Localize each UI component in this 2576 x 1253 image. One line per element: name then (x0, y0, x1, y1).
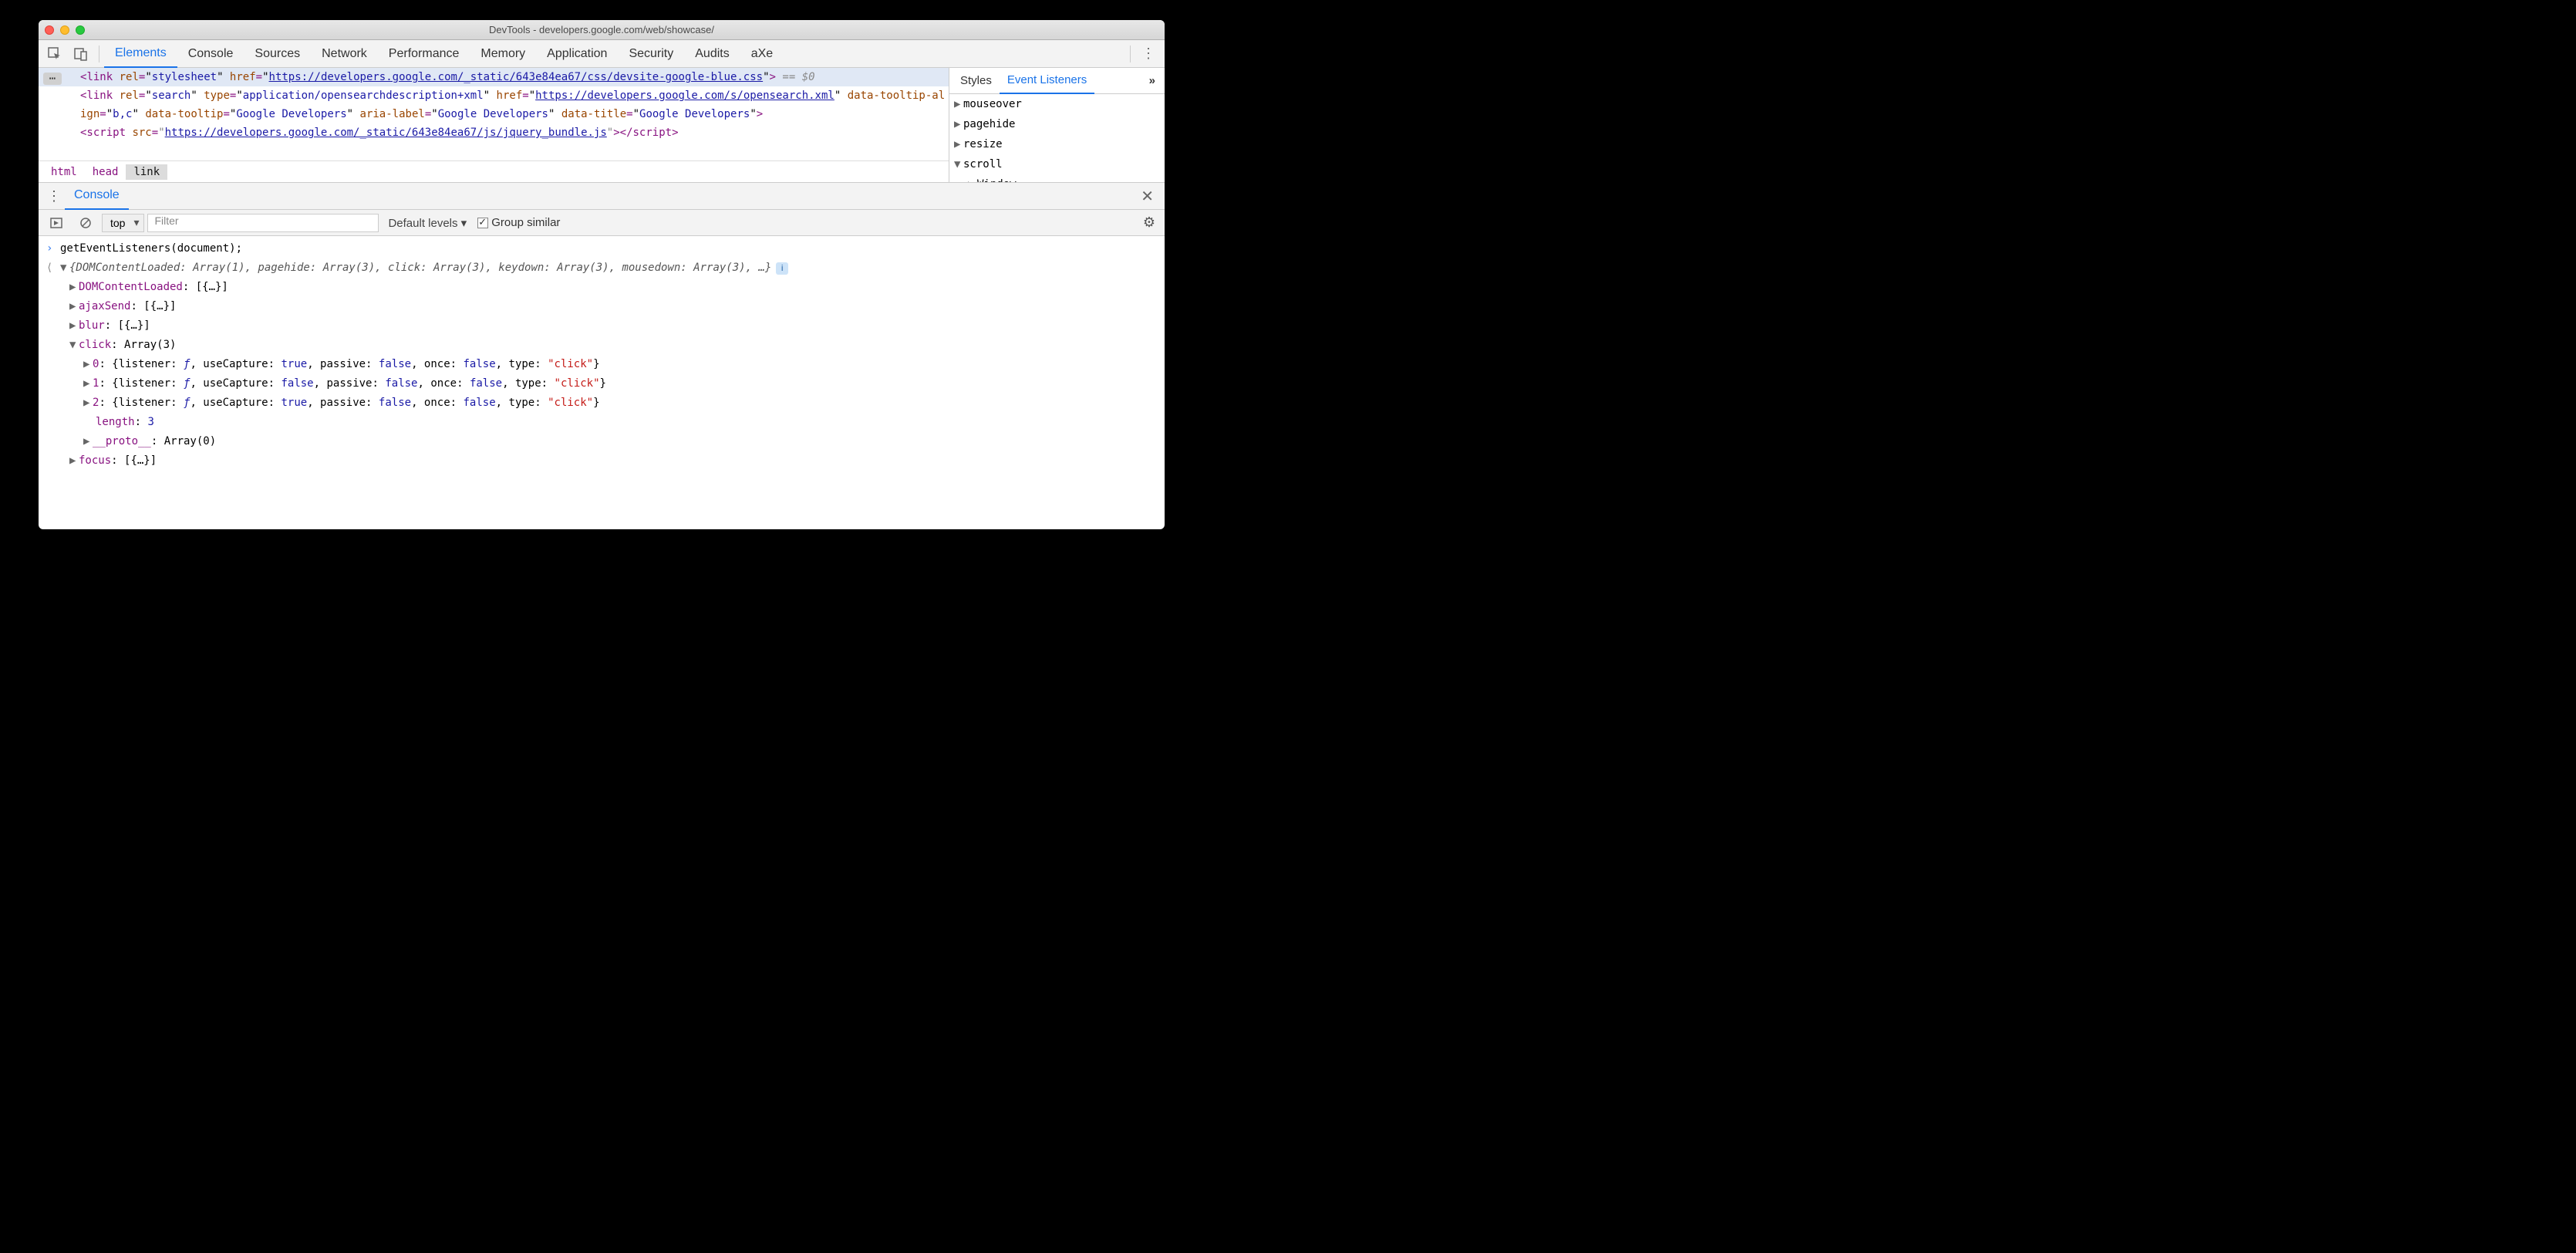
array-item[interactable]: ▶2: {listener: ƒ, useCapture: true, pass… (39, 393, 1165, 413)
kebab-menu-icon[interactable]: ⋮ (1135, 40, 1162, 68)
checkbox-icon[interactable] (477, 218, 488, 228)
console-input: getEventListeners(document); (60, 239, 1165, 258)
filter-input[interactable]: Filter (147, 214, 379, 232)
drawer-close-icon[interactable]: ✕ (1135, 187, 1160, 206)
array-length[interactable]: length: 3 (39, 413, 1165, 432)
output-icon: ⟨ (46, 258, 60, 278)
separator (1130, 46, 1131, 62)
side-tab-event-listeners[interactable]: Event Listeners (1000, 68, 1094, 94)
dom-node-selected[interactable]: <link rel="stylesheet" href="https://dev… (39, 68, 949, 86)
device-toggle-icon[interactable] (68, 40, 94, 68)
dom-node[interactable]: <link rel="search" type="application/ope… (39, 86, 949, 123)
console-settings-icon[interactable]: ⚙ (1138, 214, 1160, 231)
object-prop[interactable]: ▶focus: [{…}] (39, 451, 1165, 471)
side-tabs-more-icon[interactable]: » (1143, 74, 1162, 87)
drawer-menu-icon[interactable]: ⋮ (43, 188, 65, 204)
tab-network[interactable]: Network (311, 40, 378, 68)
event-listener-mouseover[interactable]: ▶mouseover (949, 94, 1165, 114)
console-output[interactable]: ▼{DOMContentLoaded: Array(1), pagehide: … (60, 258, 1165, 278)
tab-axe[interactable]: aXe (740, 40, 784, 68)
tab-audits[interactable]: Audits (684, 40, 740, 68)
event-listener-pagehide[interactable]: ▶pagehide (949, 114, 1165, 134)
breadcrumb-link[interactable]: link (126, 164, 167, 180)
console-output-row: ⟨ ▼{DOMContentLoaded: Array(1), pagehide… (39, 258, 1165, 278)
tab-performance[interactable]: Performance (378, 40, 470, 68)
side-pane: Styles Event Listeners » ▶mouseover ▶pag… (949, 68, 1165, 182)
window-title: DevTools - developers.google.com/web/sho… (39, 24, 1165, 35)
side-tabbar: Styles Event Listeners » (949, 68, 1165, 94)
tab-elements[interactable]: Elements (104, 40, 177, 68)
dom-node[interactable]: <script src="https://developers.google.c… (39, 123, 949, 142)
array-proto[interactable]: ▶__proto__: Array(0) (39, 432, 1165, 451)
dom-tree[interactable]: ⋯ <link rel="stylesheet" href="https://d… (39, 68, 949, 160)
prompt-icon: › (46, 239, 60, 258)
object-prop[interactable]: ▶ajaxSend: [{…}] (39, 297, 1165, 316)
devtools-window: DevTools - developers.google.com/web/sho… (39, 20, 1165, 529)
tab-application[interactable]: Application (536, 40, 618, 68)
tab-console[interactable]: Console (177, 40, 244, 68)
object-prop[interactable]: ▶DOMContentLoaded: [{…}] (39, 278, 1165, 297)
side-tab-styles[interactable]: Styles (953, 68, 1000, 94)
window-titlebar: DevTools - developers.google.com/web/sho… (39, 20, 1165, 40)
main-split: ⋯ <link rel="stylesheet" href="https://d… (39, 68, 1165, 182)
tab-security[interactable]: Security (618, 40, 684, 68)
breadcrumb-head[interactable]: head (85, 164, 126, 180)
console-input-row: › getEventListeners(document); (39, 239, 1165, 258)
inspect-icon[interactable] (42, 40, 68, 68)
group-similar-checkbox[interactable]: Group similar (477, 216, 560, 229)
drawer-header: ⋮ Console ✕ (39, 182, 1165, 210)
window-zoom-button[interactable] (76, 25, 85, 35)
array-item[interactable]: ▶1: {listener: ƒ, useCapture: false, pas… (39, 374, 1165, 393)
tab-memory[interactable]: Memory (470, 40, 536, 68)
log-levels-selector[interactable]: Default levels ▾ (388, 216, 467, 230)
window-close-button[interactable] (45, 25, 54, 35)
array-item[interactable]: ▶0: {listener: ƒ, useCapture: true, pass… (39, 355, 1165, 374)
execution-context-icon[interactable] (43, 209, 69, 237)
info-badge-icon[interactable]: i (776, 262, 788, 275)
context-selector[interactable]: top (102, 214, 144, 232)
window-minimize-button[interactable] (60, 25, 69, 35)
collapse-indicator[interactable]: ⋯ (43, 73, 62, 85)
console-body[interactable]: › getEventListeners(document); ⟨ ▼{DOMCo… (39, 236, 1165, 529)
breadcrumb-html[interactable]: html (43, 164, 85, 180)
window-traffic-lights (45, 25, 85, 35)
event-listener-scroll[interactable]: ▼scroll (949, 154, 1165, 174)
main-tabbar: Elements Console Sources Network Perform… (39, 40, 1165, 68)
clear-console-icon[interactable] (72, 209, 99, 237)
drawer-tab-console[interactable]: Console (65, 182, 129, 210)
breadcrumb: html head link (39, 160, 949, 182)
tab-sources[interactable]: Sources (244, 40, 311, 68)
object-prop[interactable]: ▶blur: [{…}] (39, 316, 1165, 336)
object-prop-click[interactable]: ▼click: Array(3) (39, 336, 1165, 355)
event-listener-resize[interactable]: ▶resize (949, 134, 1165, 154)
elements-pane: ⋯ <link rel="stylesheet" href="https://d… (39, 68, 949, 182)
console-toolbar: top Filter Default levels ▾ Group simila… (39, 210, 1165, 236)
event-listeners-list: ▶mouseover ▶pagehide ▶resize ▼scroll ▶Wi… (949, 94, 1165, 194)
